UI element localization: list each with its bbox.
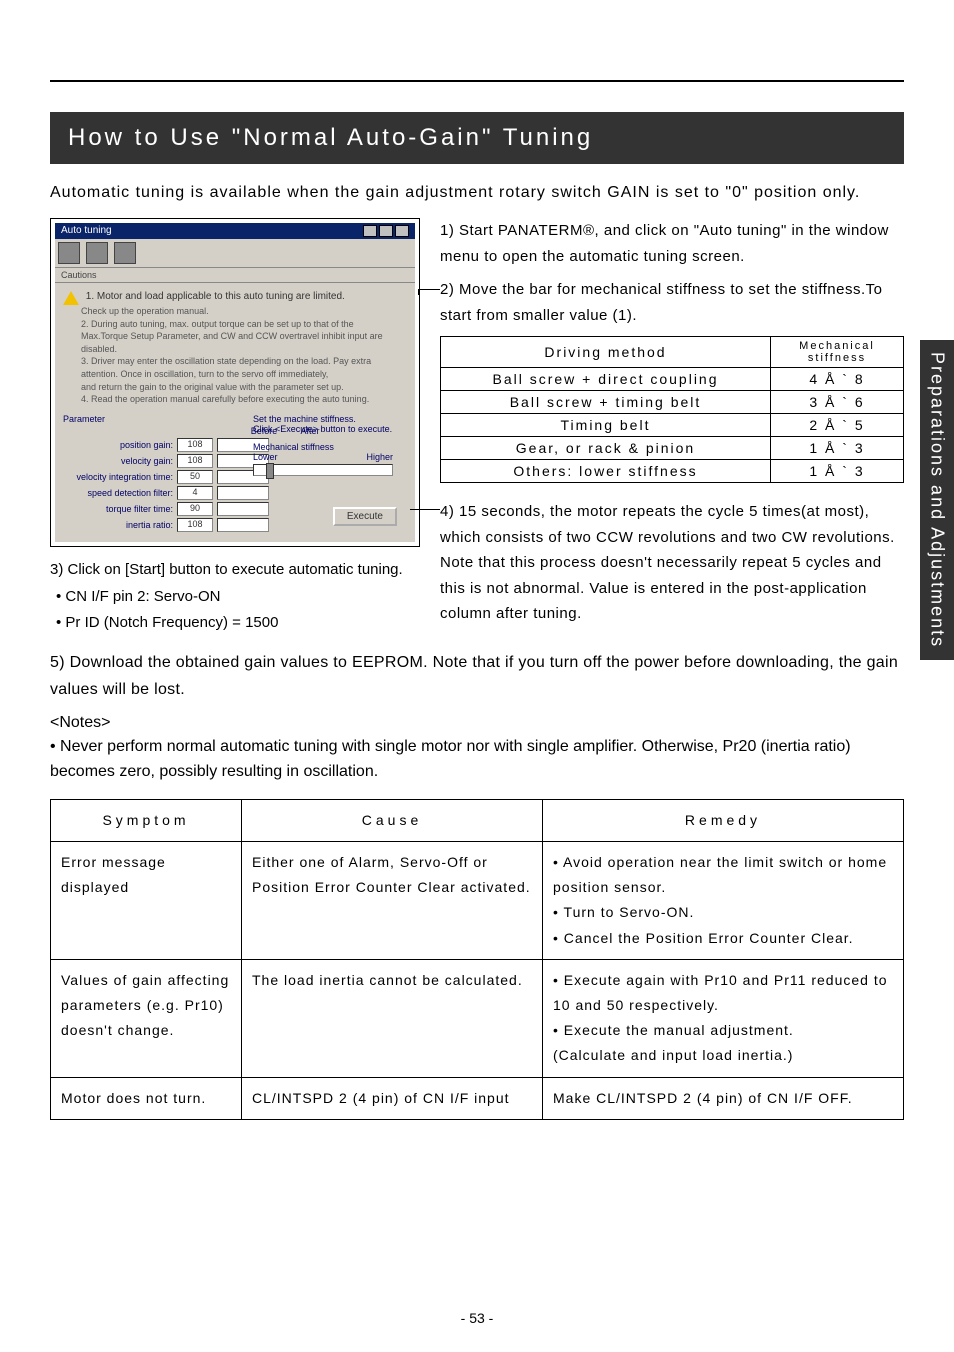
param-before: 50 bbox=[177, 470, 213, 484]
remedy-symptom: Error message displayed bbox=[51, 842, 242, 960]
param-after bbox=[217, 486, 269, 500]
param-before: 90 bbox=[177, 502, 213, 516]
autotune-dialog: Auto tuning Cautions 1. Mo bbox=[50, 218, 420, 547]
stiffness-slider[interactable] bbox=[253, 464, 393, 476]
warn-item-5: 4. Read the operation manual carefully b… bbox=[81, 393, 407, 406]
stiff-text1: Set the machine stiffness. bbox=[253, 414, 393, 424]
window-buttons bbox=[363, 225, 409, 237]
step-4: 4) 15 seconds, the motor repeats the cyc… bbox=[440, 503, 895, 622]
warn-item-1: Max.Torque Setup Parameter, and CW and C… bbox=[81, 330, 407, 355]
warn-item-3: attention. Once in oscillation, turn to … bbox=[81, 368, 407, 381]
mech-h2: Mechanical stiffness bbox=[771, 337, 904, 368]
step2-leader bbox=[418, 289, 440, 290]
step-3: 3) Click on [Start] button to execute au… bbox=[50, 557, 420, 583]
param-before: 4 bbox=[177, 486, 213, 500]
remedy-cause: CL/INTSPD 2 (4 pin) of CN I/F input bbox=[242, 1077, 543, 1119]
notes-head: <Notes> bbox=[50, 714, 904, 732]
mech-stiff: 4 Å ` 8 bbox=[771, 368, 904, 391]
intro-text: Automatic tuning is available when the g… bbox=[50, 184, 904, 202]
maximize-icon[interactable] bbox=[379, 225, 393, 237]
param-before: 108 bbox=[177, 454, 213, 468]
side-tab: Preparations and Adjustments bbox=[920, 340, 954, 660]
page-number: - 53 - bbox=[0, 1310, 954, 1326]
param-label: velocity integration time: bbox=[63, 472, 173, 482]
mech-method: Others: lower stiffness bbox=[441, 460, 771, 483]
stiff-higher: Higher bbox=[366, 452, 393, 462]
mech-method: Ball screw + direct coupling bbox=[441, 368, 771, 391]
param-before: 108 bbox=[177, 518, 213, 532]
param-label: velocity gain: bbox=[63, 456, 173, 466]
param-label: speed detection filter: bbox=[63, 488, 173, 498]
close-icon[interactable] bbox=[395, 225, 409, 237]
step4-leader bbox=[410, 509, 440, 510]
stiff-lower: Lower bbox=[253, 452, 278, 462]
table-row: Values of gain affecting parameters (e.g… bbox=[51, 959, 904, 1077]
toolbar-icon-1[interactable] bbox=[58, 242, 80, 264]
remedy-symptom: Motor does not turn. bbox=[51, 1077, 242, 1119]
warn-item-0: 2. During auto tuning, max. output torqu… bbox=[81, 318, 407, 331]
mech-h1: Driving method bbox=[441, 337, 771, 368]
step-5: 5) Download the obtained gain values to … bbox=[50, 649, 904, 703]
mech-stiff: 2 Å ` 5 bbox=[771, 414, 904, 437]
table-row: Ball screw + direct coupling4 Å ` 8 bbox=[441, 368, 904, 391]
mech-method: Gear, or rack & pinion bbox=[441, 437, 771, 460]
remedy-h2: Cause bbox=[242, 799, 543, 841]
top-rule bbox=[50, 80, 904, 82]
param-after bbox=[217, 518, 269, 532]
table-row: Timing belt2 Å ` 5 bbox=[441, 414, 904, 437]
mech-stiff: 3 Å ` 6 bbox=[771, 391, 904, 414]
remedy-remedy: Make CL/INTSPD 2 (4 pin) of CN I/F OFF. bbox=[543, 1077, 904, 1119]
param-row: speed detection filter: 4 bbox=[63, 486, 407, 500]
param-label: position gain: bbox=[63, 440, 173, 450]
param-before: 108 bbox=[177, 438, 213, 452]
toolbar-icon-3[interactable] bbox=[114, 242, 136, 264]
step2-leader-v bbox=[418, 289, 419, 295]
notes-body: • Never perform normal automatic tuning … bbox=[50, 734, 904, 785]
mech-method: Timing belt bbox=[441, 414, 771, 437]
warn-item-4: and return the gain to the original valu… bbox=[81, 381, 407, 394]
table-row: Others: lower stiffness1 Å ` 3 bbox=[441, 460, 904, 483]
toolbar-icon-2[interactable] bbox=[86, 242, 108, 264]
minimize-icon[interactable] bbox=[363, 225, 377, 237]
warn-line1: 1. Motor and load applicable to this aut… bbox=[86, 291, 345, 302]
stiff-text2: Click <Execute> button to execute. bbox=[253, 424, 393, 434]
step3-bullet2: Pr ID (Notch Frequency) = 1500 bbox=[56, 610, 420, 636]
table-row: Motor does not turn.CL/INTSPD 2 (4 pin) … bbox=[51, 1077, 904, 1119]
remedy-symptom: Values of gain affecting parameters (e.g… bbox=[51, 959, 242, 1077]
table-row: Ball screw + timing belt3 Å ` 6 bbox=[441, 391, 904, 414]
warning-icon bbox=[63, 291, 79, 305]
param-label: torque filter time: bbox=[63, 504, 173, 514]
param-after bbox=[217, 502, 269, 516]
dialog-titlebar: Auto tuning bbox=[55, 223, 415, 239]
remedy-h3: Remedy bbox=[543, 799, 904, 841]
warn-line1b: Check up the operation manual. bbox=[81, 305, 407, 318]
mechanical-stiffness-table: Driving method Mechanical stiffness Ball… bbox=[440, 336, 904, 483]
warn-item-2: 3. Driver may enter the oscillation stat… bbox=[81, 355, 407, 368]
mech-stiff: 1 Å ` 3 bbox=[771, 460, 904, 483]
param-label: inertia ratio: bbox=[63, 520, 173, 530]
remedy-remedy: • Execute again with Pr10 and Pr11 reduc… bbox=[543, 959, 904, 1077]
table-row: Gear, or rack & pinion1 Å ` 3 bbox=[441, 437, 904, 460]
remedy-table: Symptom Cause Remedy Error message displ… bbox=[50, 799, 904, 1120]
dialog-title: Auto tuning bbox=[61, 225, 112, 237]
remedy-cause: The load inertia cannot be calculated. bbox=[242, 959, 543, 1077]
mech-method: Ball screw + timing belt bbox=[441, 391, 771, 414]
remedy-h1: Symptom bbox=[51, 799, 242, 841]
section-title: How to Use "Normal Auto-Gain" Tuning bbox=[50, 112, 904, 164]
table-row: Error message displayedEither one of Ala… bbox=[51, 842, 904, 960]
dialog-toolbar bbox=[55, 239, 415, 268]
step3-bullet1: CN I/F pin 2: Servo-ON bbox=[56, 584, 420, 610]
remedy-remedy: • Avoid operation near the limit switch … bbox=[543, 842, 904, 960]
execute-button[interactable]: Execute bbox=[333, 507, 397, 526]
stiff-label: Mechanical stiffness bbox=[253, 442, 393, 452]
step-2: 2) Move the bar for mechanical stiffness… bbox=[440, 281, 882, 324]
step-1: 1) Start PANATERM®, and click on "Auto t… bbox=[440, 218, 904, 269]
mech-stiff: 1 Å ` 3 bbox=[771, 437, 904, 460]
remedy-cause: Either one of Alarm, Servo-Off or Positi… bbox=[242, 842, 543, 960]
caution-header: Cautions bbox=[55, 268, 415, 283]
